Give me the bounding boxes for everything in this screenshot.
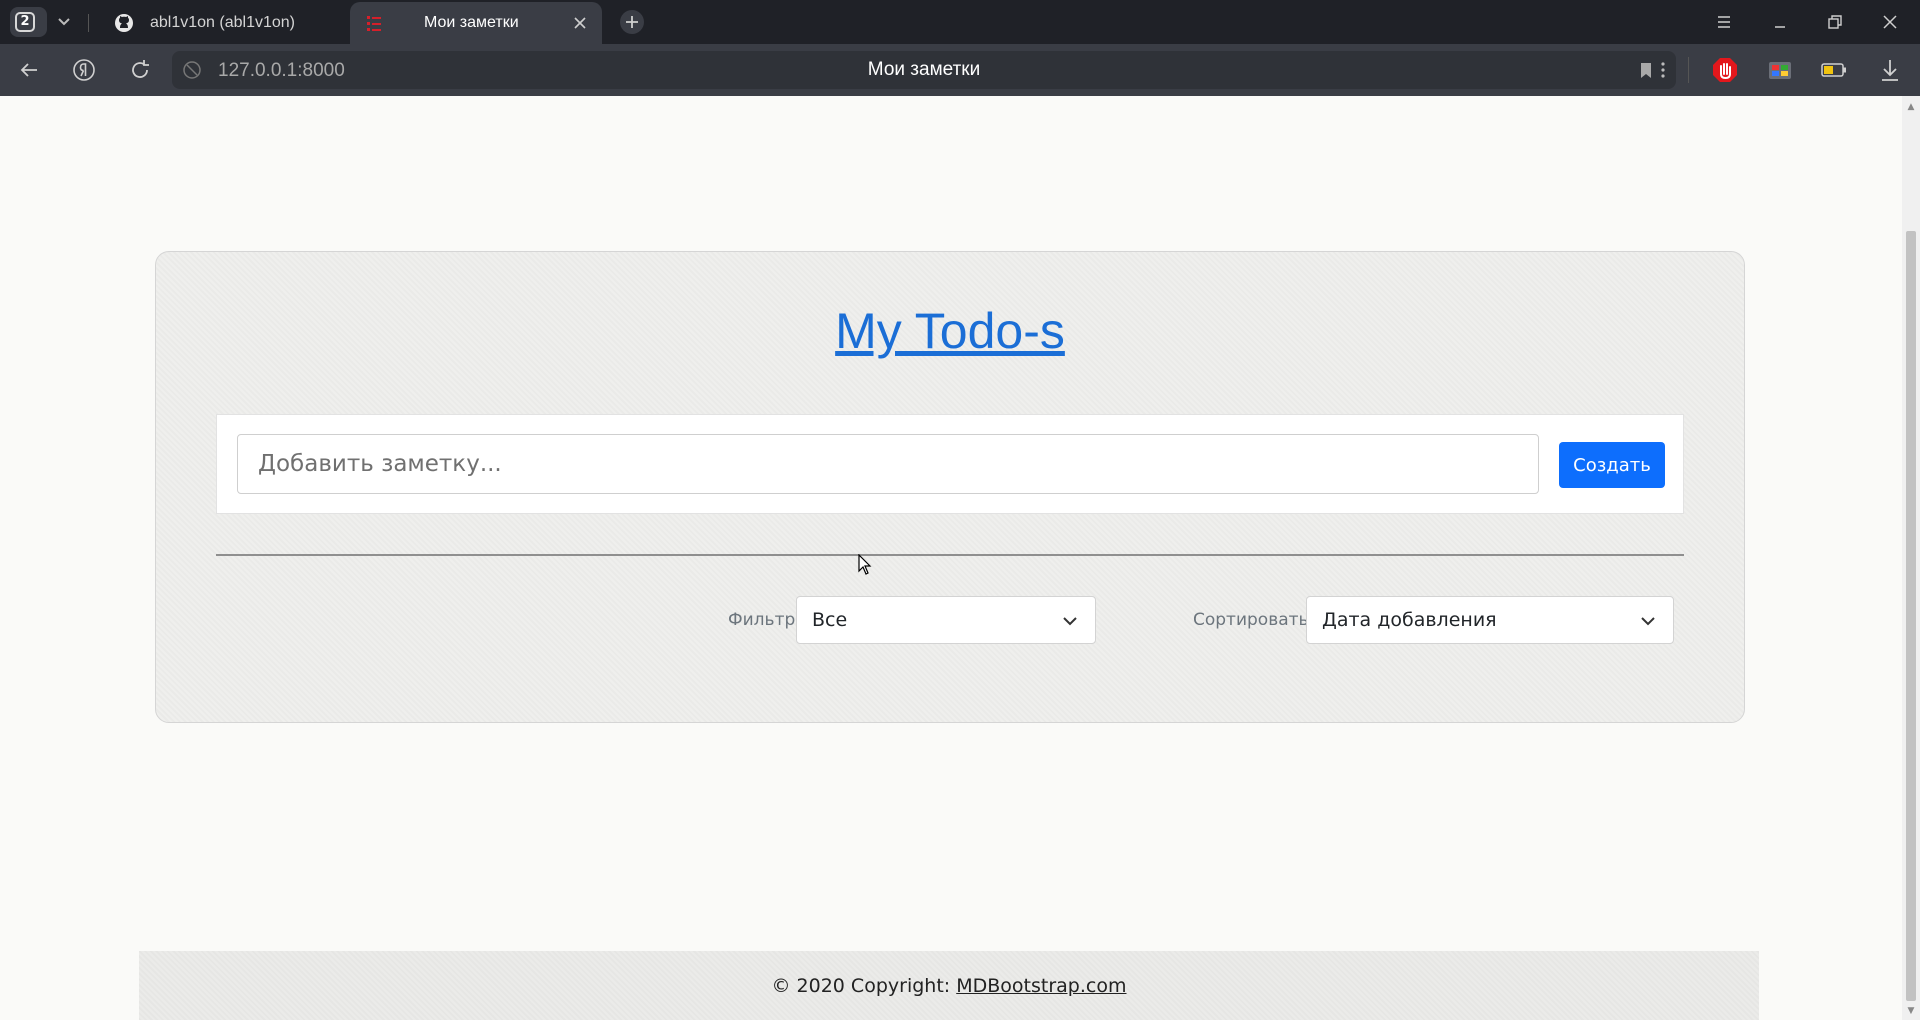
footer-text: © 2020 Copyright: MDBootstrap.com (139, 975, 1759, 997)
back-arrow-icon[interactable] (17, 58, 41, 82)
download-icon[interactable] (1876, 56, 1904, 84)
tab-active-notes[interactable]: Мои заметки (350, 2, 602, 44)
chevron-down-icon (1061, 612, 1079, 630)
close-window-icon[interactable] (1880, 12, 1900, 32)
chevron-down-icon[interactable] (52, 11, 76, 33)
tab-count: 2 (15, 12, 35, 32)
filter-value: Все (812, 609, 848, 631)
tab-separator (88, 14, 89, 32)
close-icon[interactable] (572, 15, 588, 31)
copyright-text: © 2020 Copyright: (771, 975, 951, 997)
chevron-down-icon (1639, 612, 1657, 630)
yandex-icon[interactable] (72, 58, 96, 82)
create-button[interactable]: Создать (1559, 442, 1665, 488)
page-title-display: Мои заметки (867, 59, 981, 80)
plus-icon (626, 16, 638, 28)
sort-select[interactable]: Дата добавления (1306, 596, 1674, 644)
add-note-form: Создать (216, 414, 1684, 514)
url-field[interactable]: 127.0.0.1:8000 Мои заметки (172, 51, 1676, 89)
todo-card: My Todo-s Создать Фильтр Все Сортировать… (155, 251, 1745, 723)
scroll-thumb[interactable] (1906, 231, 1916, 1001)
restore-icon[interactable] (1825, 12, 1845, 32)
minimize-icon[interactable] (1770, 12, 1790, 32)
scroll-down-icon[interactable]: ▼ (1906, 1006, 1916, 1016)
divider (216, 554, 1684, 556)
extension-icon[interactable] (1766, 56, 1794, 84)
scroll-up-icon[interactable]: ▲ (1906, 102, 1916, 112)
battery-icon[interactable] (1820, 56, 1848, 84)
sort-label: Сортировать (1193, 610, 1309, 630)
site-info-icon[interactable] (182, 60, 202, 80)
tab-title: Мои заметки (424, 14, 519, 31)
adblock-icon[interactable] (1711, 56, 1739, 84)
add-note-input[interactable] (237, 434, 1539, 494)
app-title-link[interactable]: My Todo-s (156, 302, 1744, 360)
github-icon (114, 13, 134, 33)
tab-counter-button[interactable]: 2 (10, 7, 47, 37)
new-tab-button[interactable] (620, 10, 644, 34)
footer: © 2020 Copyright: MDBootstrap.com (139, 951, 1759, 1020)
footer-link[interactable]: MDBootstrap.com (956, 975, 1126, 997)
filter-select[interactable]: Все (796, 596, 1096, 644)
app-favicon-icon (364, 13, 384, 33)
reload-icon[interactable] (128, 58, 152, 82)
browser-address-bar: 127.0.0.1:8000 Мои заметки (0, 44, 1920, 96)
url-text: 127.0.0.1:8000 (218, 60, 345, 81)
menu-icon[interactable] (1714, 12, 1734, 32)
toolbar-separator (1688, 57, 1689, 83)
mouse-cursor-icon (858, 553, 872, 576)
tab-github[interactable]: abl1v1on (abl1v1on) (100, 2, 350, 44)
browser-tab-bar: 2 abl1v1on (abl1v1on) Мои заметки (0, 0, 1920, 44)
tab-title: abl1v1on (abl1v1on) (150, 14, 295, 31)
page-scrollbar[interactable]: ▲ ▼ (1902, 96, 1920, 1020)
sort-value: Дата добавления (1322, 609, 1497, 631)
filter-label: Фильтр (728, 610, 796, 630)
more-dots-icon[interactable] (1649, 56, 1677, 84)
